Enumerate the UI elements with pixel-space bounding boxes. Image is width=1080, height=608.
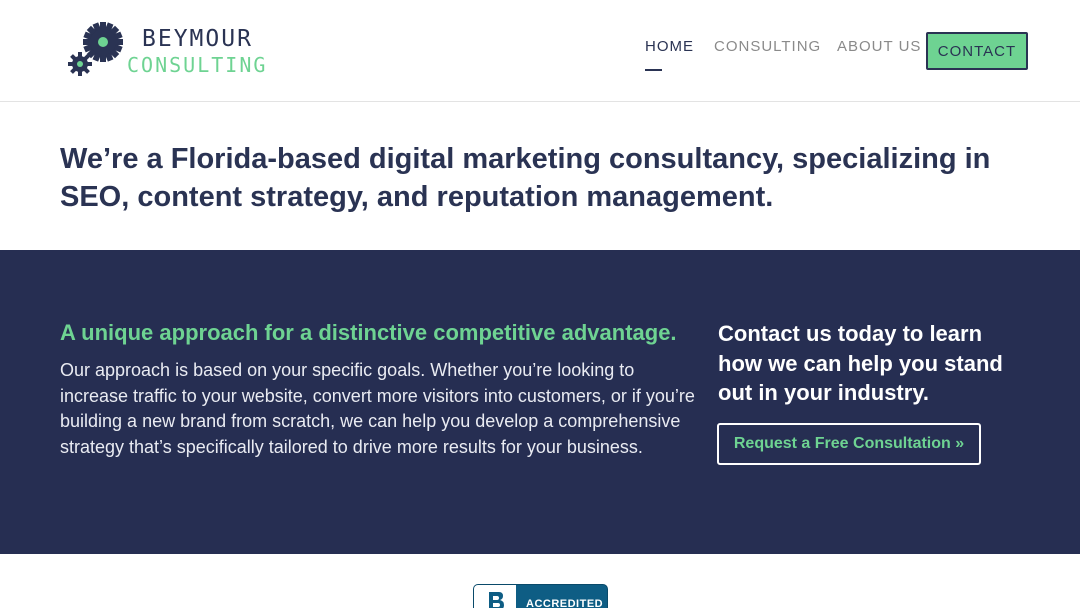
approach-section: A unique approach for a distinctive comp… (0, 250, 1080, 554)
cta-heading: Contact us today to learn how we can hel… (718, 321, 1003, 405)
intro-heading: We’re a Florida-based digital marketing … (60, 143, 991, 213)
site-header: BEYMOUR CONSULTING HOME CONSULTING ABOUT… (0, 0, 1080, 102)
gear-logo-icon (68, 22, 123, 76)
contact-button[interactable]: CONTACT (926, 32, 1028, 70)
nav-active-underline (645, 69, 662, 71)
logo-name: BEYMOUR (142, 26, 253, 52)
bbb-accredited-badge[interactable]: ACCREDITED (473, 584, 608, 608)
nav-item-about-us[interactable]: ABOUT US (837, 38, 921, 55)
nav-item-consulting[interactable]: CONSULTING (714, 38, 821, 55)
request-consultation-button[interactable]: Request a Free Consultation » (717, 423, 981, 465)
badge-label: ACCREDITED (526, 598, 604, 608)
nav-item-home[interactable]: HOME (645, 38, 694, 55)
site-logo[interactable]: BEYMOUR CONSULTING (66, 16, 276, 82)
bbb-seal-icon (474, 585, 516, 608)
approach-body: Our approach is based on your specific g… (60, 360, 695, 457)
approach-title: A unique approach for a distinctive comp… (60, 320, 677, 345)
logo-subtitle: CONSULTING (127, 53, 268, 77)
page: BEYMOUR CONSULTING HOME CONSULTING ABOUT… (0, 0, 1080, 608)
